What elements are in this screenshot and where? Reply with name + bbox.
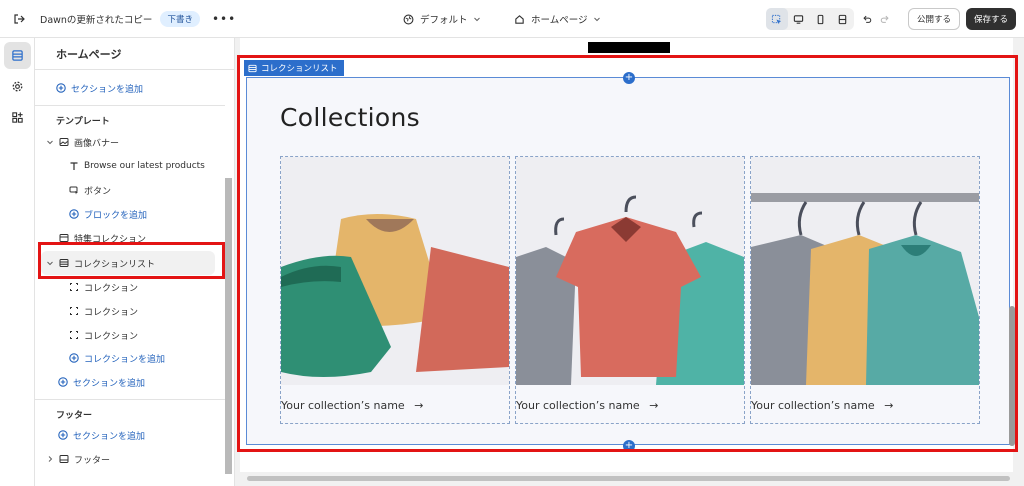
publish-button[interactable]: 公開する [907,8,960,30]
redo-icon [880,15,889,23]
sidebar-item-image-banner[interactable]: 画像バナー [46,133,119,151]
sections-icon [12,50,23,61]
apps-icon [12,112,23,123]
mobile-icon [818,14,824,24]
block-icon [70,331,78,339]
plus-circle-icon [56,83,66,93]
undo-icon [863,15,872,23]
add-section-template-label: セクションを追加 [73,378,146,389]
gear-icon [12,81,23,92]
add-collection-label: コレクションを追加 [84,354,166,365]
toolbar-actions: 公開する 保存する [765,0,1016,38]
sidebar-block-collection[interactable]: コレクション [69,326,138,344]
sidebar-item-label: フッター [74,455,111,466]
chevron-down-icon [593,17,600,22]
button-icon [69,186,78,195]
apps-tab[interactable] [4,104,31,131]
redo-button[interactable] [876,8,894,30]
block-icon [70,307,78,315]
expand-icon [839,14,847,24]
chevron-down-icon [47,140,53,145]
sidebar-block-collection[interactable]: コレクション [69,278,138,296]
sidebar-block-collection[interactable]: コレクション [69,302,138,320]
left-rail [0,38,35,486]
status-badge: 下書き [160,10,200,27]
sidebar-item-label: コレクション [84,307,139,318]
desktop-icon [794,14,804,24]
highlight-box-preview [237,55,1018,452]
highlight-box-sidebar [38,242,225,279]
divider [35,105,225,106]
theme-selector[interactable]: デフォルト [403,0,487,38]
more-actions-button[interactable]: ••• [212,12,236,26]
add-collection-button[interactable]: コレクションを追加 [69,349,165,367]
chevron-right-icon [48,456,53,462]
plus-circle-icon [58,377,68,387]
page-selector[interactable]: ホームページ [514,0,607,38]
footer-icon [59,455,69,463]
desktop-view-button[interactable] [788,8,810,30]
globe-icon [403,14,414,24]
add-section-footer-button[interactable]: セクションを追加 [58,426,145,444]
exit-button[interactable] [0,0,38,38]
save-button[interactable]: 保存する [965,8,1016,30]
theme-name: Dawnの更新されたコピー [40,14,153,26]
plus-circle-icon [58,430,68,440]
plus-circle-icon [69,209,79,219]
exit-icon [14,13,25,24]
sidebar-item-label: 画像バナー [74,138,120,149]
theme-selector-label: デフォルト [420,15,468,26]
redacted-bar [588,42,670,53]
sidebar-item-label: ボタン [84,186,112,197]
preview-horizontal-scrollbar[interactable] [235,472,1024,486]
image-icon [59,138,69,146]
text-icon [70,162,78,170]
top-bar: Dawnの更新されたコピー 下書き ••• デフォルト ホームページ 公開する … [0,0,1024,38]
sidebar-scrollbar[interactable] [225,178,232,474]
block-icon [70,283,78,291]
template-heading: テンプレート [56,116,110,127]
home-icon [515,14,524,24]
device-toggle-group [765,8,854,30]
sidebar-block-text[interactable]: Browse our latest products [69,157,205,175]
add-block-label: ブロックを追加 [84,210,148,221]
sidebar-item-label: Browse our latest products [84,161,205,171]
horizontal-scroll-thumb[interactable] [247,476,1010,481]
settings-tab[interactable] [4,73,31,100]
divider [35,399,225,400]
sidebar-item-label: コレクション [84,331,139,342]
cursor-select-icon [772,14,782,24]
add-section-top-label: セクションを追加 [71,84,144,95]
mobile-view-button[interactable] [810,8,832,30]
sidebar-item-footer[interactable]: フッター [46,450,110,468]
add-block-button[interactable]: ブロックを追加 [69,205,147,223]
chevron-down-icon [473,17,480,22]
undo-button[interactable] [858,8,876,30]
add-section-top-button[interactable]: セクションを追加 [56,79,143,97]
sections-sidebar: ホームページ セクションを追加 テンプレート 画像バナー Browse our … [35,38,235,486]
page-selector-label: ホームページ [531,15,588,26]
add-section-footer-label: セクションを追加 [73,431,146,442]
fullscreen-view-button[interactable] [832,8,854,30]
add-section-template-button[interactable]: セクションを追加 [58,373,145,391]
footer-heading: フッター [56,410,93,421]
sections-tab[interactable] [4,42,31,69]
sidebar-block-button[interactable]: ボタン [69,181,111,199]
sidebar-item-label: コレクション [84,283,139,294]
inspector-toggle-button[interactable] [765,8,788,30]
plus-circle-icon [69,353,79,363]
sidebar-title: ホームページ [35,38,234,70]
